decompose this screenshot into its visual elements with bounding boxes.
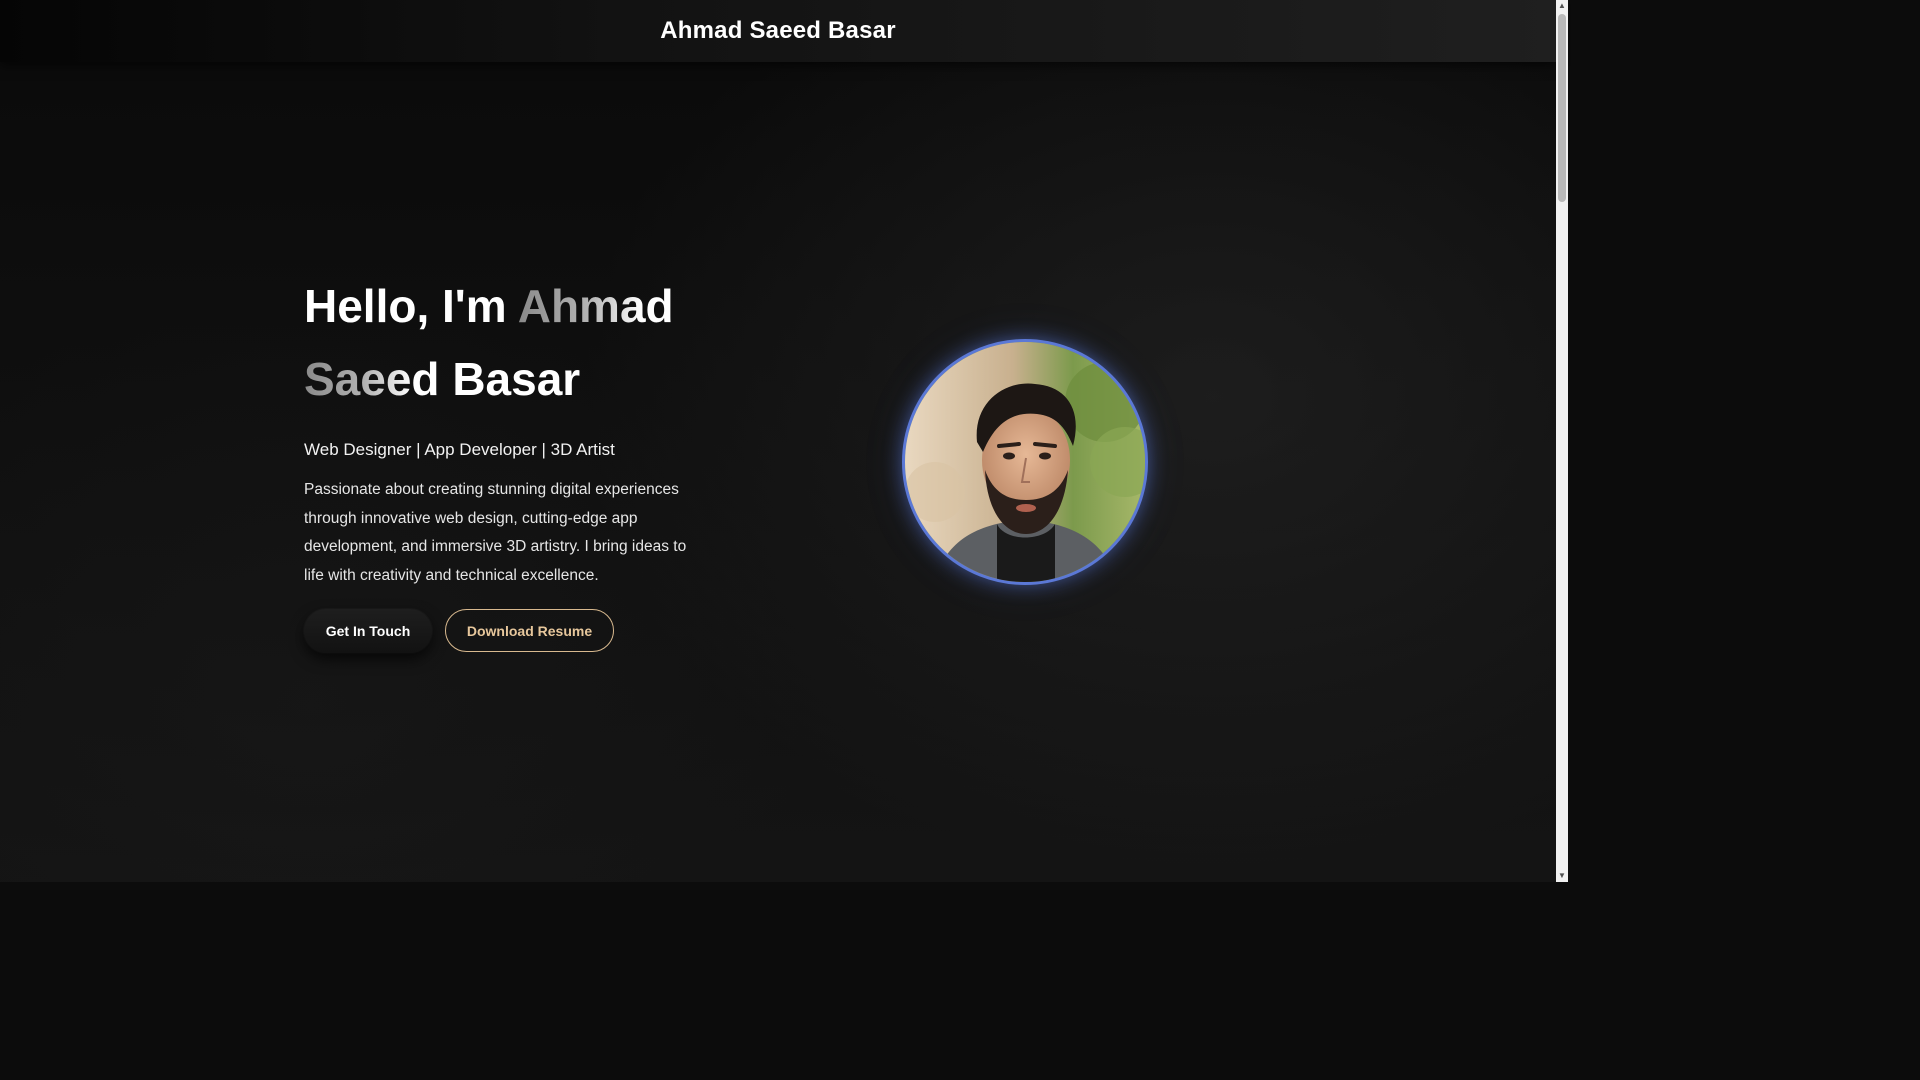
- hero-description: Passionate about creating stunning digit…: [304, 481, 687, 584]
- hero-heading: Hello, I'm Ahmad Saeed Basar: [304, 270, 714, 416]
- hero-buttons: Get In Touch Download Resume: [304, 609, 614, 653]
- vertical-scrollbar[interactable]: ▲ ▼: [1556, 0, 1568, 882]
- profile-photo-illustration: [905, 342, 1145, 582]
- navbar: Ahmad Saeed Basar: [0, 0, 1556, 62]
- hero-name-last: Basar: [452, 353, 581, 405]
- hero-greeting: Hello, I'm: [304, 280, 507, 332]
- site-title[interactable]: Ahmad Saeed Basar: [660, 17, 896, 45]
- hero-name-first: Ahmad: [517, 280, 674, 332]
- hero-roles: Web Designer | App Developer | 3D Artist: [304, 440, 615, 459]
- scrollbar-thumb[interactable]: [1558, 14, 1566, 202]
- download-resume-button[interactable]: Download Resume: [445, 609, 614, 652]
- scroll-up-arrow-icon[interactable]: ▲: [1556, 0, 1568, 12]
- scroll-down-arrow-icon[interactable]: ▼: [1556, 870, 1568, 882]
- hero-section: Hello, I'm Ahmad Saeed Basar Web Designe…: [304, 270, 714, 590]
- profile-avatar: [902, 339, 1148, 585]
- hero-name-middle: Saeed: [304, 353, 440, 405]
- page: Ahmad Saeed Basar Hello, I'm Ahmad Saeed…: [0, 0, 1568, 882]
- get-in-touch-button[interactable]: Get In Touch: [304, 609, 432, 653]
